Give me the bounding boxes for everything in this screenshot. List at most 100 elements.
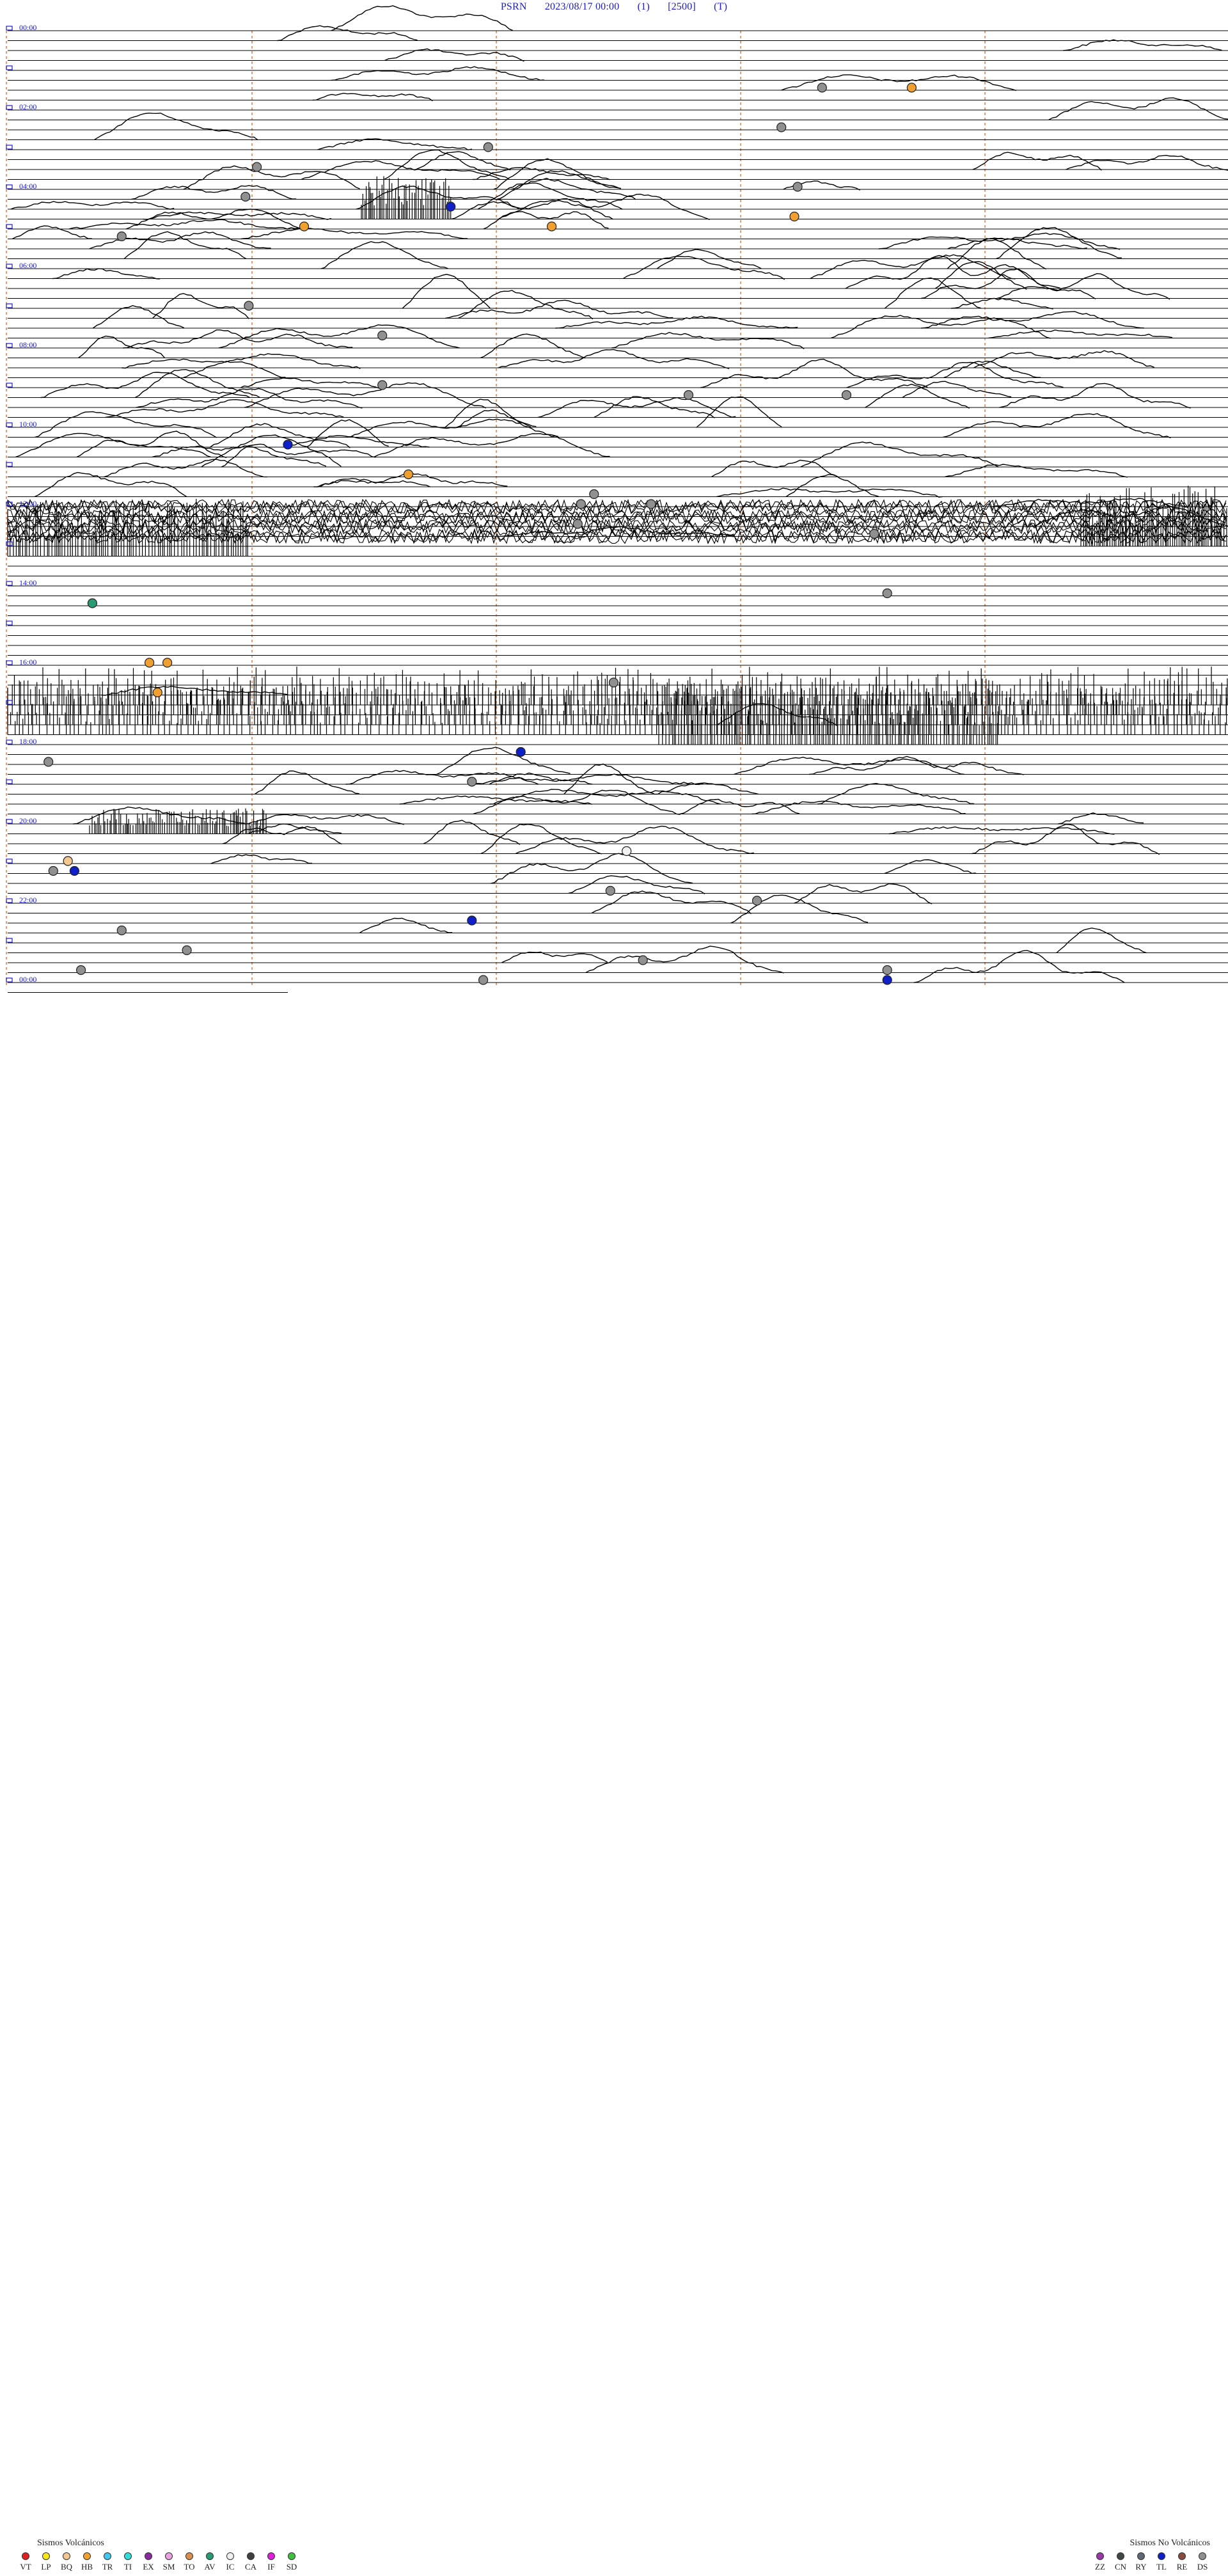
trace-wave [143, 211, 332, 220]
hour-tick-box [6, 858, 13, 864]
trace-wave [830, 315, 1051, 339]
trace-wave [611, 331, 805, 349]
trace-wave [10, 201, 175, 210]
hour-tick-box [6, 938, 13, 943]
event-marker-ds [377, 330, 388, 341]
event-marker-av [87, 598, 97, 608]
legend-marker-bq [63, 2552, 70, 2560]
event-marker-tl [69, 865, 80, 876]
trace-wave [40, 372, 251, 399]
trace-wave [568, 875, 705, 895]
trace-wave [436, 747, 571, 775]
trace-wave [515, 825, 754, 855]
hour-tick-box [6, 541, 13, 546]
trace-wave [785, 474, 879, 498]
event-marker-ds [869, 528, 879, 539]
event-marker-ds [252, 162, 262, 172]
legend-label-cn: CN [1114, 2562, 1127, 2572]
trace-wave [240, 377, 380, 389]
trace-wave [94, 113, 258, 141]
trace-wave [277, 25, 418, 42]
volcanic-legend-item-av: AV [202, 2552, 217, 2572]
hour-label: 04:00 [19, 182, 36, 191]
trace-wave [999, 383, 1191, 409]
legend-marker-cn [1117, 2552, 1124, 2560]
seismic-traces [7, 5, 1228, 983]
hour-label: 10:00 [19, 420, 36, 429]
event-marker-tl [516, 747, 526, 757]
legend-marker-to [185, 2552, 193, 2560]
event-marker-ds [817, 83, 827, 93]
event-marker-ds [638, 955, 648, 965]
hour-label: 00:00 [19, 23, 36, 32]
hour-label: 12:00 [19, 499, 36, 508]
hour-label: 14:00 [19, 578, 36, 587]
trace-wave [331, 5, 514, 31]
trace-wave [716, 487, 943, 498]
legend-marker-if [267, 2552, 275, 2560]
legend-label-if: IF [267, 2562, 275, 2572]
volcanic-legend-item-sm: SM [161, 2552, 177, 2572]
trace-wave [913, 950, 1125, 983]
hour-label: 18:00 [19, 737, 36, 746]
event-marker-ds [576, 499, 586, 509]
trace-wave [809, 755, 1024, 775]
trace-wave [92, 304, 185, 329]
nonvolcanic-legend-item-ry: RY [1133, 2552, 1149, 2572]
event-marker-hb [546, 221, 557, 232]
trace-wave [800, 441, 999, 468]
hour-tick-box [6, 739, 13, 745]
legend-marker-ca [247, 2552, 255, 2560]
trace-wave [817, 782, 975, 805]
trace-wave [563, 763, 654, 794]
trace-wave [123, 329, 353, 349]
trace-wave [134, 368, 261, 399]
legend-label-lp: LP [41, 2562, 51, 2572]
volcanic-legend-item-lp: LP [38, 2552, 54, 2572]
legend-label-to: TO [184, 2562, 195, 2572]
legend-label-zz: ZZ [1095, 2562, 1105, 2572]
trace-wave [1066, 155, 1228, 171]
volcanic-legend-item-ex: EX [141, 2552, 156, 2572]
hour-tick-box [6, 779, 13, 784]
trace-wave [902, 381, 1012, 399]
trace-wave [483, 211, 609, 230]
hour-tick-box [6, 660, 13, 665]
event-marker-ds [48, 865, 58, 876]
hour-label: 08:00 [19, 340, 36, 349]
trace-wave [988, 329, 1173, 339]
trace-wave [1063, 39, 1222, 51]
hour-tick-box [6, 422, 13, 427]
trace-wave [244, 814, 404, 825]
hour-label: 22:00 [19, 896, 36, 905]
hour-tick-box [6, 819, 13, 824]
trace-wave [781, 74, 1017, 91]
hour-tick-box [6, 224, 13, 229]
event-marker-ds [882, 965, 892, 976]
nonvolcanic-legend-items: ZZ CN RY TL RE DS [1092, 2552, 1210, 2572]
trace-wave [35, 411, 217, 438]
event-marker-ds [646, 499, 656, 509]
trace-wave [947, 237, 1087, 249]
trace-wave [131, 185, 297, 200]
trace-wave [458, 290, 594, 320]
trace-wave [68, 219, 303, 230]
event-marker-ds [478, 975, 489, 985]
legend-label-av: AV [204, 2562, 216, 2572]
event-marker-ds [683, 390, 694, 400]
trace-wave [992, 498, 1189, 508]
legend-marker-ex [145, 2552, 152, 2560]
trace-wave [301, 160, 501, 180]
legend-label-re: RE [1176, 2562, 1188, 2572]
hour-tick-box [6, 343, 13, 348]
trace-wave [888, 826, 1115, 835]
trace-wave [920, 311, 1145, 329]
trace-wave [591, 890, 752, 915]
legend-marker-ry [1137, 2552, 1145, 2560]
trace-wave [384, 149, 510, 180]
event-marker-ds [605, 885, 615, 896]
trace-wave [105, 399, 344, 418]
legend-label-sm: SM [162, 2562, 175, 2572]
trace-wave [331, 66, 544, 81]
hour-tick-box [6, 105, 13, 110]
